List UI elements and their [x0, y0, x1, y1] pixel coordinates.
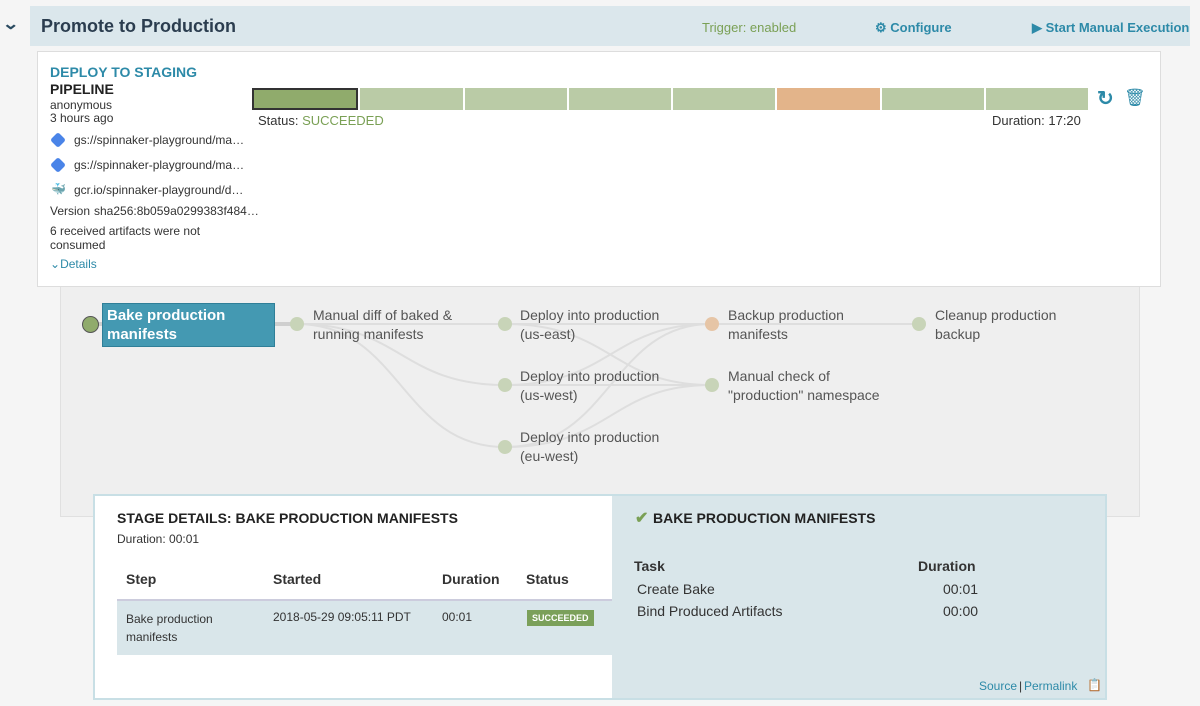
version-value: sha256:8b059a0299383f484…	[94, 204, 259, 218]
stage-node[interactable]	[290, 317, 304, 331]
gcs-icon	[50, 157, 66, 173]
task-name: Create Bake	[637, 581, 715, 597]
stage-segment[interactable]	[777, 88, 880, 110]
stage-node[interactable]	[498, 378, 512, 392]
column-header: Duration	[442, 571, 500, 587]
task-duration: 00:00	[943, 603, 979, 619]
stage-label[interactable]: Deploy into production (us-east)	[520, 306, 680, 344]
stage-node-succeeded[interactable]	[82, 316, 99, 333]
stage-segment[interactable]	[881, 88, 984, 110]
version-label: Version	[50, 204, 91, 218]
stage-segment[interactable]	[464, 88, 567, 110]
column-header: Step	[126, 571, 157, 587]
pipeline-graph: Bake production manifests Manual diff of…	[60, 287, 1140, 517]
column-header: Task	[634, 558, 665, 574]
step-name: Bake production manifests	[126, 612, 213, 644]
stage-segment[interactable]	[568, 88, 671, 110]
stage-label[interactable]: Cleanup production backup	[935, 306, 1085, 344]
execution-type: PIPELINE	[50, 81, 114, 97]
gcs-icon	[50, 132, 66, 148]
stage-duration: Duration: 00:01	[117, 532, 200, 546]
play-icon: ▶	[1032, 20, 1046, 35]
gear-icon: ⚙	[875, 20, 891, 35]
table-row[interactable]: Bake production manifests 2018-05-29 09:…	[117, 599, 612, 655]
artifact-item[interactable]: gs://spinnaker-playground/ma…	[74, 133, 244, 147]
column-header: Status	[526, 571, 569, 587]
column-header: Started	[273, 571, 322, 587]
execution-status: Status: SUCCEEDED	[258, 113, 384, 128]
stage-details-left: STAGE DETAILS: BAKE PRODUCTION MANIFESTS…	[95, 496, 612, 698]
stage-label[interactable]: Manual check of "production" namespace	[728, 367, 908, 405]
status-badge: SUCCEEDED	[527, 610, 594, 626]
task-name: Bind Produced Artifacts	[637, 603, 783, 619]
execution-card: DEPLOY TO STAGING PIPELINE anonymous 3 h…	[37, 51, 1161, 287]
execution-name: DEPLOY TO STAGING	[50, 64, 198, 80]
stage-node-active[interactable]: Bake production manifests	[102, 303, 275, 347]
trash-icon[interactable]: 🗑	[1124, 88, 1146, 108]
stage-label[interactable]: Deploy into production (us-west)	[520, 367, 680, 405]
execution-duration: Duration: 17:20	[992, 113, 1081, 128]
pipeline-title: Promote to Production	[41, 16, 236, 36]
permalink-link[interactable]: Permalink	[1024, 679, 1077, 693]
task-duration: 00:01	[943, 581, 979, 597]
stage-node[interactable]	[912, 317, 926, 331]
stage-node[interactable]	[498, 440, 512, 454]
step-duration: 00:01	[442, 610, 473, 624]
stage-node[interactable]	[498, 317, 512, 331]
execution-user: anonymous	[50, 98, 113, 112]
clipboard-icon[interactable]: 📋	[1087, 678, 1102, 692]
stage-segment[interactable]	[985, 88, 1088, 110]
step-started: 2018-05-29 09:05:11 PDT	[273, 610, 411, 624]
pipeline-header: Promote to Production Trigger: enabled ⚙…	[30, 6, 1190, 46]
artifact-item[interactable]: gs://spinnaker-playground/ma…	[74, 158, 244, 172]
execution-time: 3 hours ago	[50, 111, 114, 125]
stage-segment[interactable]	[252, 88, 359, 110]
collapse-chevron-icon[interactable]: ⌄	[2, 14, 19, 34]
stage-progress-bar	[252, 88, 1088, 110]
check-icon: ✔	[635, 510, 649, 527]
column-header: Duration	[918, 558, 976, 574]
unconsumed-artifacts-note: 6 received artifacts were not consumed	[50, 224, 201, 252]
stage-label[interactable]: Manual diff of baked & running manifests	[313, 306, 473, 344]
stage-segment[interactable]	[673, 88, 776, 110]
rerun-icon[interactable]: ↻	[1097, 86, 1114, 111]
artifact-item[interactable]: gcr.io/spinnaker-playground/d…	[74, 183, 243, 197]
stage-node-warning[interactable]	[705, 317, 719, 331]
stage-label[interactable]: Deploy into production (eu-west)	[520, 428, 680, 466]
docker-icon: 🐳	[51, 182, 66, 196]
start-manual-execution-link[interactable]: ▶ Start Manual Execution	[1032, 20, 1189, 36]
details-toggle[interactable]: ⌄Details	[50, 257, 97, 271]
configure-link[interactable]: ⚙ Configure	[875, 20, 952, 36]
trigger-status: Trigger: enabled	[702, 20, 797, 35]
stage-label[interactable]: Backup production manifests	[728, 306, 878, 344]
task-panel-title: BAKE PRODUCTION MANIFESTS	[653, 510, 876, 526]
link-separator: |	[1019, 679, 1023, 693]
stage-details-panel: STAGE DETAILS: BAKE PRODUCTION MANIFESTS…	[93, 494, 1107, 700]
stage-node[interactable]	[705, 378, 719, 392]
stage-segment[interactable]	[360, 88, 463, 110]
source-link[interactable]: Source	[979, 679, 1017, 693]
stage-details-title: STAGE DETAILS: BAKE PRODUCTION MANIFESTS	[117, 510, 458, 526]
